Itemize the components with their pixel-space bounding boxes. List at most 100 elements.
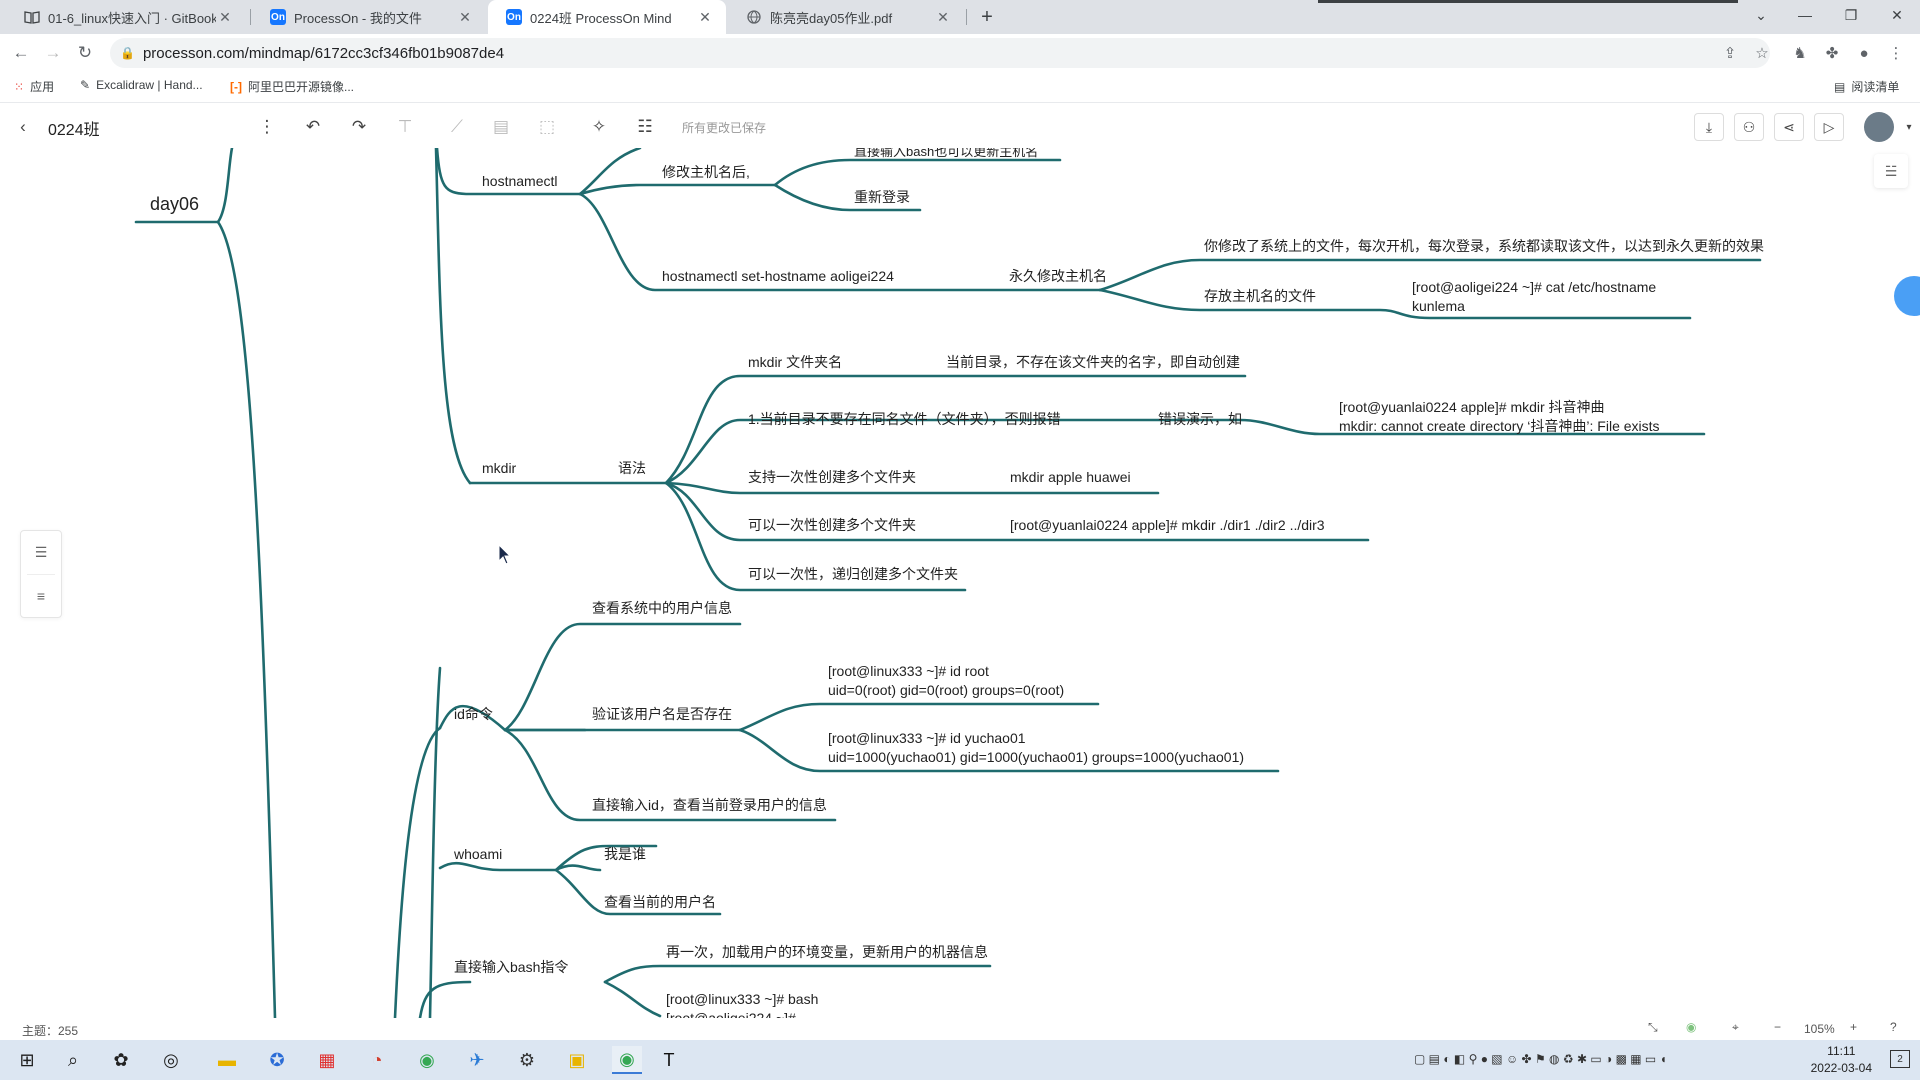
node-whoami-who[interactable]: 我是谁 [604, 845, 646, 864]
profile-icon[interactable]: ● [1852, 41, 1876, 65]
close-tab-icon[interactable]: ✕ [456, 9, 474, 26]
chevron-down-icon[interactable]: ▾ [1896, 114, 1920, 140]
back-chevron-icon[interactable]: ‹ [10, 114, 36, 140]
menu-kebab-icon[interactable]: ⋮ [1884, 41, 1908, 65]
location-icon[interactable]: ⌖ [1732, 1020, 1739, 1035]
zoom-out-icon[interactable]: − [1774, 1020, 1781, 1034]
fit-screen-icon[interactable]: ⤡ [1648, 1020, 1658, 1035]
forward-icon[interactable]: → [40, 40, 66, 66]
node-modify-hostname[interactable]: 修改主机名后, [662, 163, 750, 182]
node-bash-reload[interactable]: 再一次，加载用户的环境变量，更新用户的机器信息 [666, 943, 988, 962]
bookmark-apps[interactable]: ⁙ 应用 [14, 78, 54, 95]
node-mkdir-recursive[interactable]: 可以一次性，递归创建多个文件夹 [748, 565, 958, 584]
node-mkdir-basic[interactable]: mkdir 文件夹名 [748, 353, 842, 372]
node-mkdir-multi-2[interactable]: 可以一次性创建多个文件夹 [748, 516, 916, 535]
close-window-icon[interactable]: ✕ [1874, 0, 1920, 30]
outline-list-icon[interactable]: ☰ [21, 531, 61, 574]
node-cat-hostname[interactable]: [root@aoligei224 ~]# cat /etc/hostname k… [1412, 278, 1656, 316]
insert-summary-icon[interactable]: ⬚ [534, 114, 560, 140]
node-id-current[interactable]: 直接输入id，查看当前登录用户的信息 [592, 796, 827, 815]
reading-list[interactable]: ▤ 阅读清单 [1834, 78, 1899, 95]
share-icon[interactable]: ⇪ [1718, 41, 1742, 65]
node-mkdir-multi[interactable]: 支持一次性创建多个文件夹 [748, 468, 916, 487]
tray-icons[interactable]: ▢ ▤ ◐ ◧ ⚲ ● ▧ ☺ ✤ ⚑ ◍ ♻ ✱ ▭ ◑ ▩ ▦ ▭ ◖ [1414, 1052, 1667, 1066]
chrome-icon[interactable]: ◉ [412, 1046, 442, 1074]
node-file-desc[interactable]: 你修改了系统上的文件，每次开机，每次登录，系统都读取该文件，以达到永久更新的效果 [1204, 237, 1764, 256]
task-view-icon[interactable]: ✿ [106, 1046, 136, 1074]
file-explorer-icon[interactable]: ▬ [212, 1046, 242, 1074]
node-hostname-file[interactable]: 存放主机名的文件 [1204, 287, 1316, 306]
magic-style-icon[interactable]: ✧ [586, 114, 612, 140]
restore-icon[interactable]: ❐ [1828, 0, 1874, 30]
present-icon[interactable]: ▷ [1814, 113, 1844, 141]
node-id-root-example[interactable]: [root@linux333 ~]# id root uid=0(root) g… [828, 662, 1064, 700]
back-icon[interactable]: ← [8, 40, 34, 66]
redo-icon[interactable]: ↷ [346, 114, 372, 140]
bookmark-excalidraw[interactable]: ✎ Excalidraw | Hand... [80, 78, 203, 92]
store-app-icon[interactable]: ▦ [312, 1046, 342, 1074]
help-icon[interactable]: ? [1890, 1020, 1897, 1034]
tab-processon-files[interactable]: On ProcessOn - 我的文件 ✕ [252, 0, 486, 34]
notification-icon[interactable]: 2 [1890, 1050, 1910, 1068]
node-mkdir-rule[interactable]: 1.当前目录不要存在同名文件（文件夹），否则报错 [748, 410, 1061, 429]
node-mkdir-basic-desc[interactable]: 当前目录，不存在该文件夹的名字，即自动创建 [946, 353, 1240, 372]
node-whoami-username[interactable]: 查看当前的用户名 [604, 893, 716, 912]
zoom-in-icon[interactable]: + [1850, 1020, 1857, 1034]
url-field[interactable]: 🔒 processon.com/mindmap/6172cc3cf346fb01… [110, 38, 1770, 68]
tab-search-icon[interactable]: ⌄ [1738, 0, 1784, 30]
app-red-swirl-icon[interactable]: ◔ [362, 1046, 392, 1074]
node-error-example[interactable]: [root@yuanlai0224 apple]# mkdir 抖音神曲 mkd… [1339, 398, 1660, 436]
bookmark-alibaba[interactable]: [-] 阿里巴巴开源镜像... [230, 78, 354, 95]
star-icon[interactable]: ☆ [1750, 41, 1774, 65]
outline-menu-icon[interactable]: ≡ [21, 574, 61, 617]
avatar[interactable] [1864, 112, 1894, 142]
doc-title[interactable]: 0224班 [48, 116, 100, 140]
windows-start-icon[interactable]: ⊞ [12, 1046, 42, 1074]
insert-topic-icon[interactable]: ▤ [488, 114, 514, 140]
eye-icon[interactable]: ◉ [1686, 1020, 1696, 1034]
node-syntax[interactable]: 语法 [618, 459, 646, 478]
more-menu-icon[interactable]: ⋮ [254, 114, 280, 140]
node-permanent[interactable]: 永久修改主机名 [1009, 267, 1107, 286]
node-bash[interactable]: 直接输入bash指令 [454, 958, 568, 977]
node-bash-example[interactable]: [root@linux333 ~]# bash [root@aoligei224… [666, 990, 818, 1018]
download-icon[interactable]: ⤓ [1694, 113, 1724, 141]
node-error-demo[interactable]: 错误演示，如 [1158, 410, 1242, 429]
extensions-puzzle-icon[interactable]: ✤ [1820, 41, 1844, 65]
close-tab-icon[interactable]: ✕ [934, 9, 952, 26]
chrome-active-icon[interactable]: ◉ [612, 1046, 642, 1074]
search-icon[interactable]: ⌕ [58, 1046, 88, 1074]
node-id-command[interactable]: id命令 [454, 705, 493, 724]
node-day06[interactable]: day06 [150, 195, 199, 214]
node-relogin[interactable]: 重新登录 [854, 188, 910, 207]
layout-icon[interactable]: ☷ [632, 114, 658, 140]
tab-pdf[interactable]: 陈亮亮day05作业.pdf ✕ [728, 0, 964, 34]
new-tab-button[interactable]: + [964, 2, 1010, 32]
photos-app-icon[interactable]: ✪ [262, 1046, 292, 1074]
system-clock[interactable]: 11:11 2022-03-04 [1811, 1043, 1872, 1077]
node-id-user-example[interactable]: [root@linux333 ~]# id yuchao01 uid=1000(… [828, 729, 1244, 767]
tab-gitbook[interactable]: 01-6_linux快速入门 · GitBook ✕ [6, 0, 246, 34]
collaborate-icon[interactable]: ⚇ [1734, 113, 1764, 141]
node-mkdir-multi-ex[interactable]: mkdir apple huawei [1010, 468, 1131, 487]
search-app-icon[interactable]: ◎ [156, 1046, 186, 1074]
node-set-hostname[interactable]: hostnamectl set-hostname aoligei224 [662, 267, 894, 286]
clear-format-icon[interactable]: ⟋ [444, 114, 470, 140]
node-mkdir[interactable]: mkdir [482, 459, 516, 478]
tab-processon-mind[interactable]: On 0224班 ProcessOn Mind ✕ [488, 0, 726, 34]
node-id-verify[interactable]: 验证该用户名是否存在 [592, 705, 732, 724]
format-painter-icon[interactable]: ⊤ [392, 114, 418, 140]
mindmap-canvas[interactable]: day06 直接输入bash也可以更新主机名 hostnamectl 修改主机名… [0, 148, 1920, 1018]
node-id-view[interactable]: 查看系统中的用户信息 [592, 599, 732, 618]
close-tab-icon[interactable]: ✕ [696, 9, 714, 26]
close-tab-icon[interactable]: ✕ [216, 9, 234, 26]
code-editor-icon[interactable]: ▣ [562, 1046, 592, 1074]
settings-gear-icon[interactable]: ⚙ [512, 1046, 542, 1074]
share-icon[interactable]: ⋖ [1774, 113, 1804, 141]
typora-icon[interactable]: T [654, 1046, 684, 1074]
node-hostname-partial[interactable]: 直接输入bash也可以更新主机名 [854, 148, 1038, 161]
node-hostnamectl[interactable]: hostnamectl [482, 172, 557, 191]
node-whoami[interactable]: whoami [454, 845, 502, 864]
feishu-icon[interactable]: ✈ [462, 1046, 492, 1074]
reload-icon[interactable]: ↻ [72, 40, 98, 66]
